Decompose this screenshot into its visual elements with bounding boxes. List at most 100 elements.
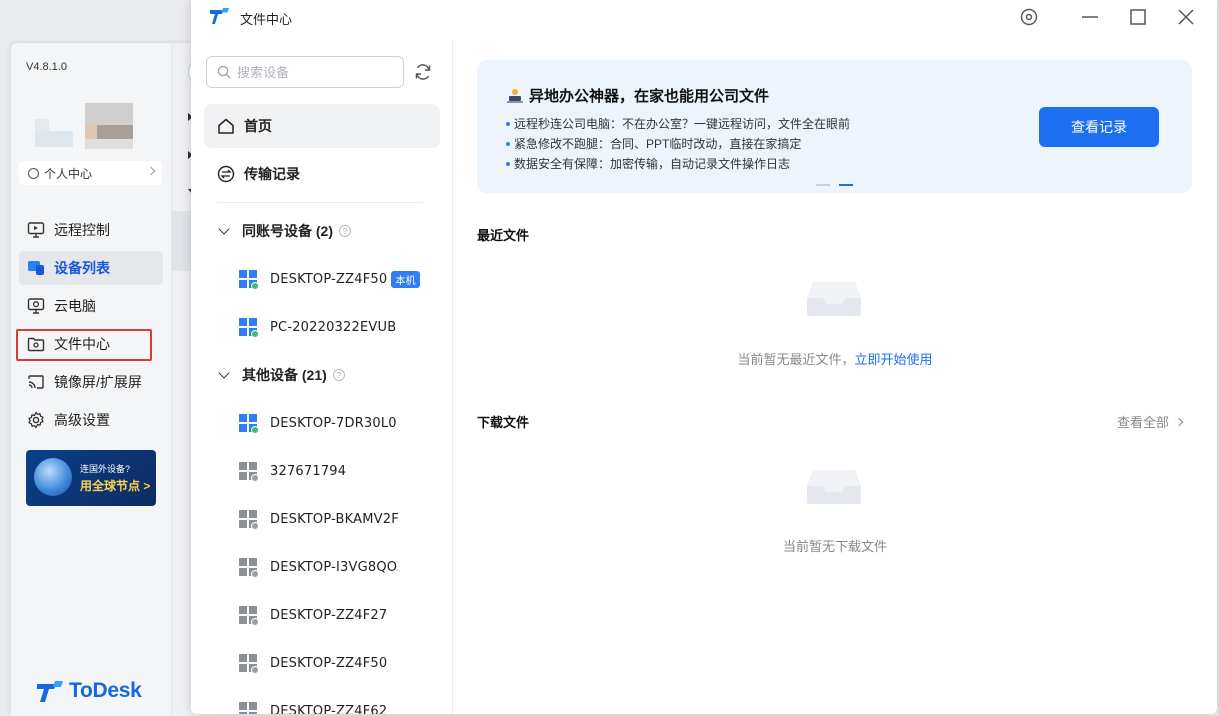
screen-mirror-icon bbox=[27, 373, 45, 391]
menu-label: 首页 bbox=[244, 118, 272, 134]
nav-cloud-pc[interactable]: 云电脑 bbox=[19, 289, 163, 323]
device-item[interactable]: DESKTOP-ZZ4F62 bbox=[239, 699, 387, 714]
offline-status-dot bbox=[251, 474, 259, 482]
device-item[interactable]: PC-20220322EVUB bbox=[239, 315, 396, 339]
empty-box-icon bbox=[805, 466, 863, 506]
settings-button[interactable] bbox=[1018, 6, 1040, 28]
menu-transfer-records[interactable]: 传输记录 bbox=[204, 152, 440, 196]
device-item[interactable]: DESKTOP-BKAMV2F bbox=[239, 507, 399, 531]
offline-status-dot bbox=[251, 618, 259, 626]
device-name: DESKTOP-ZZ4F50 bbox=[270, 655, 388, 671]
recent-empty-text: 当前暂无最近文件，立即开始使用 bbox=[453, 349, 1217, 368]
device-item[interactable]: DESKTOP-ZZ4F50 bbox=[239, 651, 387, 675]
cloud-pc-icon bbox=[27, 297, 45, 315]
offline-status-dot bbox=[251, 522, 259, 530]
group-label: 其他设备 (21) bbox=[242, 367, 327, 383]
search-box[interactable] bbox=[206, 56, 404, 88]
help-icon[interactable]: ? bbox=[332, 369, 345, 381]
downloads-empty-text: 当前暂无下载文件 bbox=[782, 539, 887, 554]
nav-remote-control[interactable]: 远程控制 bbox=[19, 213, 163, 247]
todesk-logo-icon bbox=[37, 681, 63, 702]
device-name: DESKTOP-ZZ4F27 bbox=[270, 607, 388, 623]
menu-label: 传输记录 bbox=[244, 166, 300, 182]
transfer-icon bbox=[217, 165, 235, 183]
menu-home[interactable]: 首页 bbox=[204, 104, 440, 148]
windows-icon bbox=[239, 318, 259, 338]
device-name: 327671794 bbox=[270, 463, 347, 479]
group-label: 同账号设备 (2) bbox=[242, 223, 333, 239]
online-status-dot bbox=[251, 282, 259, 290]
device-item[interactable]: DESKTOP-I3VG8QO bbox=[239, 555, 397, 579]
file-center-window: 文件中心 首页 bbox=[191, 0, 1217, 714]
empty-box-icon bbox=[805, 278, 863, 318]
nav-label: 设备列表 bbox=[54, 260, 110, 276]
help-icon[interactable]: ? bbox=[339, 225, 351, 237]
carousel-dot-active[interactable] bbox=[839, 184, 853, 186]
user-icon bbox=[28, 167, 39, 179]
promo-banner: 异地办公神器，在家也能用公司文件 远程秒连公司电脑：不在办公室？一键远程访问，文… bbox=[477, 60, 1192, 193]
todesk-main-window: V4.8.1.0 个人中心 远程控制 设备列表 云电脑 文件中心 镜像屏/扩展屏… bbox=[11, 43, 211, 716]
this-device-badge: 本机 bbox=[391, 270, 420, 288]
nav-device-list[interactable]: 设备列表 bbox=[19, 251, 163, 285]
windows-icon bbox=[239, 654, 259, 674]
chevron-down-icon bbox=[218, 367, 230, 379]
close-icon bbox=[1178, 9, 1194, 25]
banner-bullet: 紧急修改不跑腿：合同、PPT临时改动，直接在家搞定 bbox=[506, 135, 801, 152]
maximize-button[interactable] bbox=[1127, 6, 1149, 28]
device-item[interactable]: DESKTOP-ZZ4F27 bbox=[239, 603, 387, 627]
minimize-button[interactable] bbox=[1079, 6, 1101, 28]
banner-bullet: 远程秒连公司电脑：不在办公室？一键远程访问，文件全在眼前 bbox=[506, 115, 850, 132]
device-name: DESKTOP-ZZ4F50 bbox=[270, 271, 388, 287]
view-all-label: 查看全部 bbox=[1117, 415, 1170, 430]
globe-icon bbox=[34, 458, 72, 496]
offline-status-dot bbox=[251, 666, 259, 674]
refresh-button[interactable] bbox=[413, 62, 433, 82]
start-using-link[interactable]: 立即开始使用 bbox=[855, 352, 933, 367]
search-icon bbox=[217, 65, 231, 79]
windows-icon bbox=[239, 510, 259, 530]
brand-name: ToDesk bbox=[69, 679, 142, 702]
nav-label: 镜像屏/扩展屏 bbox=[54, 374, 142, 390]
device-item[interactable]: DESKTOP-ZZ4F50 本机 bbox=[239, 267, 420, 291]
home-icon bbox=[217, 117, 235, 135]
global-node-promo[interactable]: 连国外设备? 用全球节点 > bbox=[26, 450, 156, 506]
device-list-icon bbox=[27, 259, 45, 277]
window-title: 文件中心 bbox=[240, 12, 293, 27]
target-settings-icon bbox=[1020, 8, 1038, 26]
view-record-button[interactable]: 查看记录 bbox=[1039, 107, 1159, 147]
view-all-link[interactable]: 查看全部 bbox=[1117, 412, 1184, 431]
device-name: PC-20220322EVUB bbox=[270, 319, 397, 335]
banner-bullet: 数据安全有保障：加密传输，自动记录文件操作日志 bbox=[506, 155, 790, 172]
nav-screen-mirror[interactable]: 镜像屏/扩展屏 bbox=[19, 365, 163, 399]
banner-title-text: 异地办公神器，在家也能用公司文件 bbox=[529, 88, 770, 105]
windows-icon bbox=[239, 414, 259, 434]
home-content: 异地办公神器，在家也能用公司文件 远程秒连公司电脑：不在办公室？一键远程访问，文… bbox=[453, 34, 1217, 714]
device-item[interactable]: 327671794 bbox=[239, 459, 346, 483]
chevron-down-icon bbox=[218, 223, 230, 235]
promo-line2: 用全球节点 > bbox=[80, 479, 151, 493]
nav-settings[interactable]: 高级设置 bbox=[19, 403, 163, 437]
personal-center-button[interactable]: 个人中心 bbox=[19, 161, 162, 185]
version-label: V4.8.1.0 bbox=[26, 61, 67, 73]
nav-label: 高级设置 bbox=[54, 412, 110, 428]
search-input[interactable] bbox=[237, 64, 387, 80]
device-panel: 首页 传输记录 同账号设备 (2) ? DESKTOP-ZZ4F50 本机 PC… bbox=[191, 40, 453, 714]
maximize-icon bbox=[1130, 9, 1146, 25]
title-bar[interactable]: 文件中心 bbox=[191, 0, 1217, 34]
minimize-icon bbox=[1082, 16, 1098, 18]
windows-icon bbox=[239, 606, 259, 626]
carousel-dot[interactable] bbox=[816, 184, 830, 186]
group-same-account[interactable]: 同账号设备 (2) ? bbox=[218, 219, 351, 243]
group-other-devices[interactable]: 其他设备 (21) ? bbox=[218, 363, 345, 387]
recent-files-title: 最近文件 bbox=[477, 228, 530, 243]
windows-icon bbox=[239, 558, 259, 578]
divider bbox=[217, 202, 423, 203]
laptop-worker-icon bbox=[507, 88, 523, 103]
promo-line1: 连国外设备? bbox=[80, 464, 131, 474]
close-button[interactable] bbox=[1175, 6, 1197, 28]
personal-center-label: 个人中心 bbox=[44, 166, 93, 181]
windows-icon bbox=[239, 462, 259, 482]
device-name: DESKTOP-ZZ4F62 bbox=[270, 703, 388, 715]
device-item[interactable]: DESKTOP-7DR30L0 bbox=[239, 411, 397, 435]
settings-icon bbox=[27, 411, 45, 429]
